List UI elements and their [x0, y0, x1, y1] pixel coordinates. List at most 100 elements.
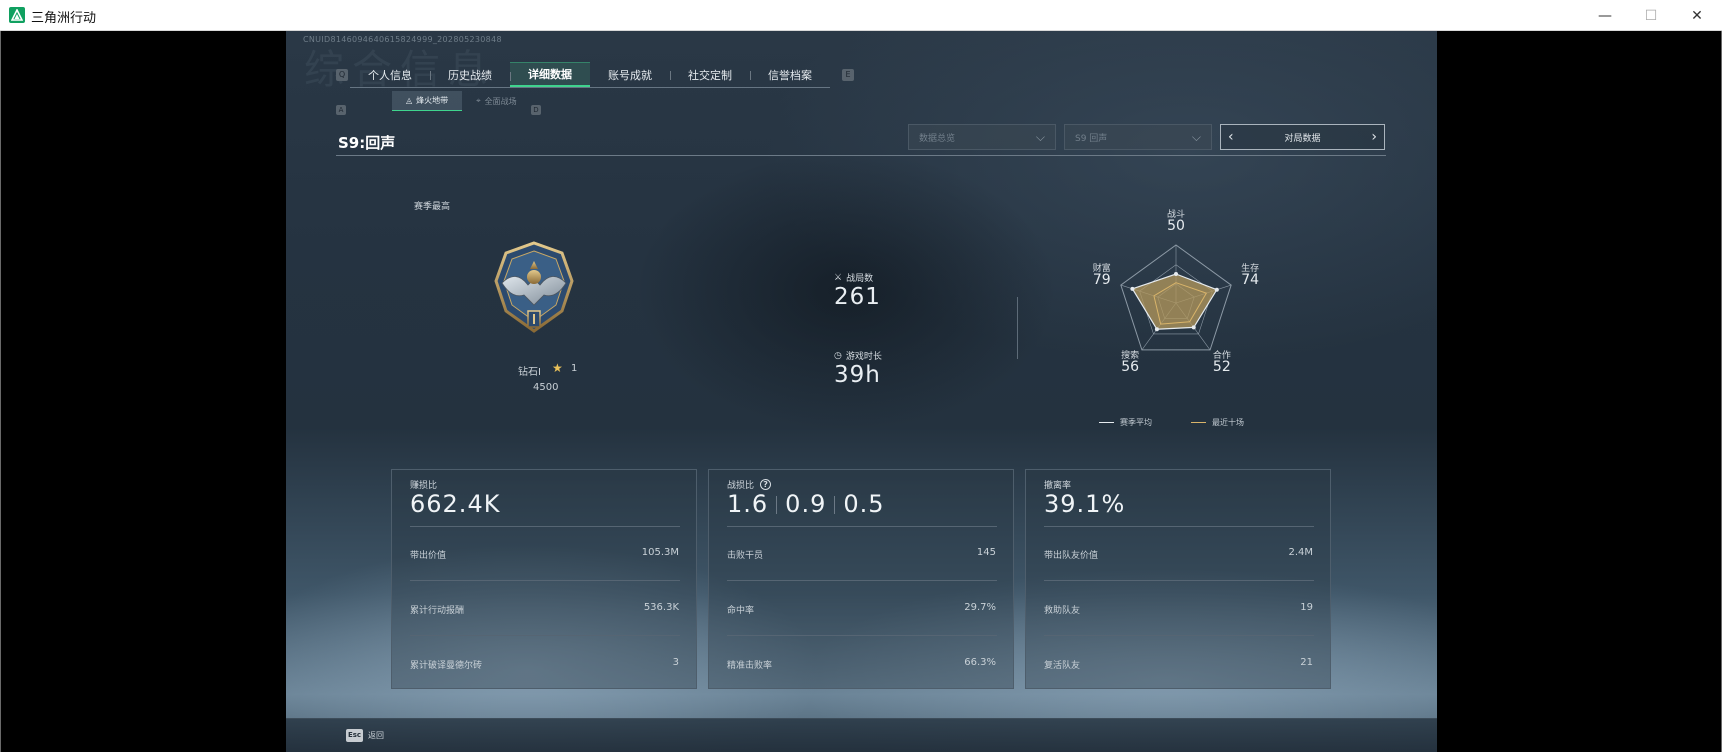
esc-key-button[interactable]: Esc: [346, 729, 363, 742]
window-border-left: [0, 31, 1, 752]
row-value: 145: [976, 547, 996, 558]
tab-match-history[interactable]: 历史战绩: [430, 62, 510, 87]
legend-recent-ten: 最近十场: [1191, 417, 1244, 428]
legend-swatch-recent: [1191, 422, 1206, 423]
subtab-full-battlefield-label: 全面战场: [484, 96, 517, 106]
tab-reputation[interactable]: 信誉档案: [750, 62, 830, 87]
tab-next-key-hint: E: [842, 69, 854, 81]
data-mode-dropdown[interactable]: 数据总览 ⌵: [908, 124, 1056, 150]
tab-personal-info[interactable]: 个人信息: [350, 62, 430, 87]
row-value: 19: [1300, 602, 1313, 613]
rank-star-count: 1: [571, 363, 578, 374]
card-divider: [727, 635, 997, 636]
matches-label-text: 战局数: [846, 274, 874, 284]
radar-value-wealth: 79: [1092, 271, 1111, 288]
legend-season-text: 赛季平均: [1120, 418, 1152, 427]
row-value: 3: [672, 657, 679, 668]
window-titlebar: 三角洲行动 — ☐ ✕: [0, 0, 1722, 31]
legend-season-average: 赛季平均: [1099, 417, 1152, 428]
matches-label: ⚔ 战局数: [834, 271, 874, 285]
subtab-next-key-hint: D: [531, 105, 541, 115]
row-label: 累计破译曼德尔砖: [410, 661, 483, 671]
period-selector: ‹ 对局数据 ›: [1220, 124, 1385, 150]
card-divider: [727, 580, 997, 581]
radar-value-survival: 74: [1241, 271, 1260, 288]
row-value: 29.7%: [964, 602, 996, 613]
tab-prev-key-hint: Q: [336, 69, 348, 81]
row-label: 累计行动报酬: [410, 606, 465, 616]
close-button[interactable]: ✕: [1674, 0, 1720, 31]
card-divider: [1044, 580, 1314, 581]
maximize-button[interactable]: ☐: [1628, 0, 1674, 31]
card-divider: [410, 580, 680, 581]
radar-value-search: 56: [1121, 359, 1140, 376]
subtab-full-battlefield[interactable]: ⌖ 全面战场: [462, 91, 531, 111]
season-title: S9:回声: [338, 134, 396, 152]
row-value: 66.3%: [964, 657, 996, 668]
help-icon[interactable]: ?: [760, 479, 772, 490]
card-kd-ratio: 战损比 ? 1.6 0.9 0.5 击败干员 145 命中率 29.7% 精准击败率…: [708, 469, 1014, 689]
app-logo-icon: [9, 7, 25, 23]
player-uid: CNUID8146094640615824999_202805230848: [303, 35, 502, 44]
game-viewport: 综合信息 CNUID8146094640615824999_2028052308…: [286, 31, 1437, 752]
tab-detailed-data[interactable]: 详细数据: [510, 62, 590, 87]
data-mode-value: 数据总览: [919, 133, 956, 144]
radar-point: [1154, 327, 1159, 332]
row-label: 复活队友: [1044, 661, 1081, 671]
card-divider: [410, 635, 680, 636]
card-profit-ratio: 赚损比 662.4K 带出价值 105.3M 累计行动报酬 536.3K 累计破…: [391, 469, 697, 689]
stats-divider: [1017, 297, 1018, 359]
tab-social-custom[interactable]: 社交定制: [670, 62, 750, 87]
card-big-values: 1.6 0.9 0.5: [727, 490, 885, 518]
kd-value-2: 0.9: [785, 490, 827, 518]
row-label: 精准击败率: [727, 661, 773, 671]
radar-value-cooperation: 52: [1212, 359, 1231, 376]
rank-medal-icon: [492, 239, 576, 347]
card-big-value: 662.4K: [410, 490, 501, 518]
chevron-left-icon[interactable]: ‹: [1228, 129, 1234, 145]
tab-achievements[interactable]: 账号成就: [590, 62, 670, 87]
playtime-value: 39h: [834, 362, 881, 388]
rank-score: 4500: [533, 382, 559, 393]
mode-subtabs: ◬ 烽火地带 ⌖ 全面战场: [392, 91, 531, 111]
card-divider: [1044, 635, 1314, 636]
period-label: 对局数据: [1284, 133, 1321, 144]
row-value: 2.4M: [1288, 547, 1313, 558]
radar-point: [1214, 287, 1219, 292]
row-label: 救助队友: [1044, 606, 1081, 616]
season-best-label: 赛季最高: [414, 202, 451, 212]
window-title: 三角洲行动: [31, 11, 97, 26]
chevron-right-icon[interactable]: ›: [1371, 129, 1377, 145]
crosshair-icon: ⌖: [476, 96, 481, 105]
main-tabs: 个人信息 历史战绩 详细数据 账号成就 社交定制 信誉档案: [350, 62, 830, 88]
subtab-haven-zone[interactable]: ◬ 烽火地带: [392, 91, 463, 111]
card-divider: [410, 526, 680, 527]
value-separator: [776, 496, 778, 514]
row-label: 带出队友价值: [1044, 551, 1099, 561]
radar-point: [1191, 325, 1196, 330]
row-label: 命中率: [727, 606, 755, 616]
season-dropdown[interactable]: S9 回声 ⌵: [1064, 124, 1212, 150]
chevron-down-icon: ⌵: [1191, 129, 1201, 144]
minimize-button[interactable]: —: [1582, 0, 1628, 31]
row-value: 21: [1300, 657, 1313, 668]
radar-series-season-average: [1131, 273, 1218, 330]
star-icon: ★: [552, 361, 563, 375]
kd-value-3: 0.5: [843, 490, 885, 518]
playtime-label: ◷ 游戏时长: [834, 349, 882, 363]
flame-icon: ◬: [406, 96, 413, 105]
radar-value-combat: 50: [1167, 218, 1185, 234]
legend-recent-text: 最近十场: [1212, 418, 1244, 427]
row-label: 带出价值: [410, 551, 447, 561]
card-extraction-rate: 撤离率 39.1% 带出队友价值 2.4M 救助队友 19 复活队友 21: [1025, 469, 1331, 689]
legend-swatch-season: [1099, 422, 1114, 423]
row-value: 105.3M: [641, 547, 679, 558]
row-value: 536.3K: [643, 602, 679, 613]
back-label[interactable]: 返回: [368, 730, 384, 741]
crossed-swords-icon: ⚔: [834, 272, 843, 283]
season-divider: [336, 155, 1386, 156]
bottom-bar: Esc 返回: [286, 718, 1437, 752]
subtab-prev-key-hint: A: [336, 105, 346, 115]
kd-value-1: 1.6: [727, 490, 769, 518]
card-divider: [727, 526, 997, 527]
